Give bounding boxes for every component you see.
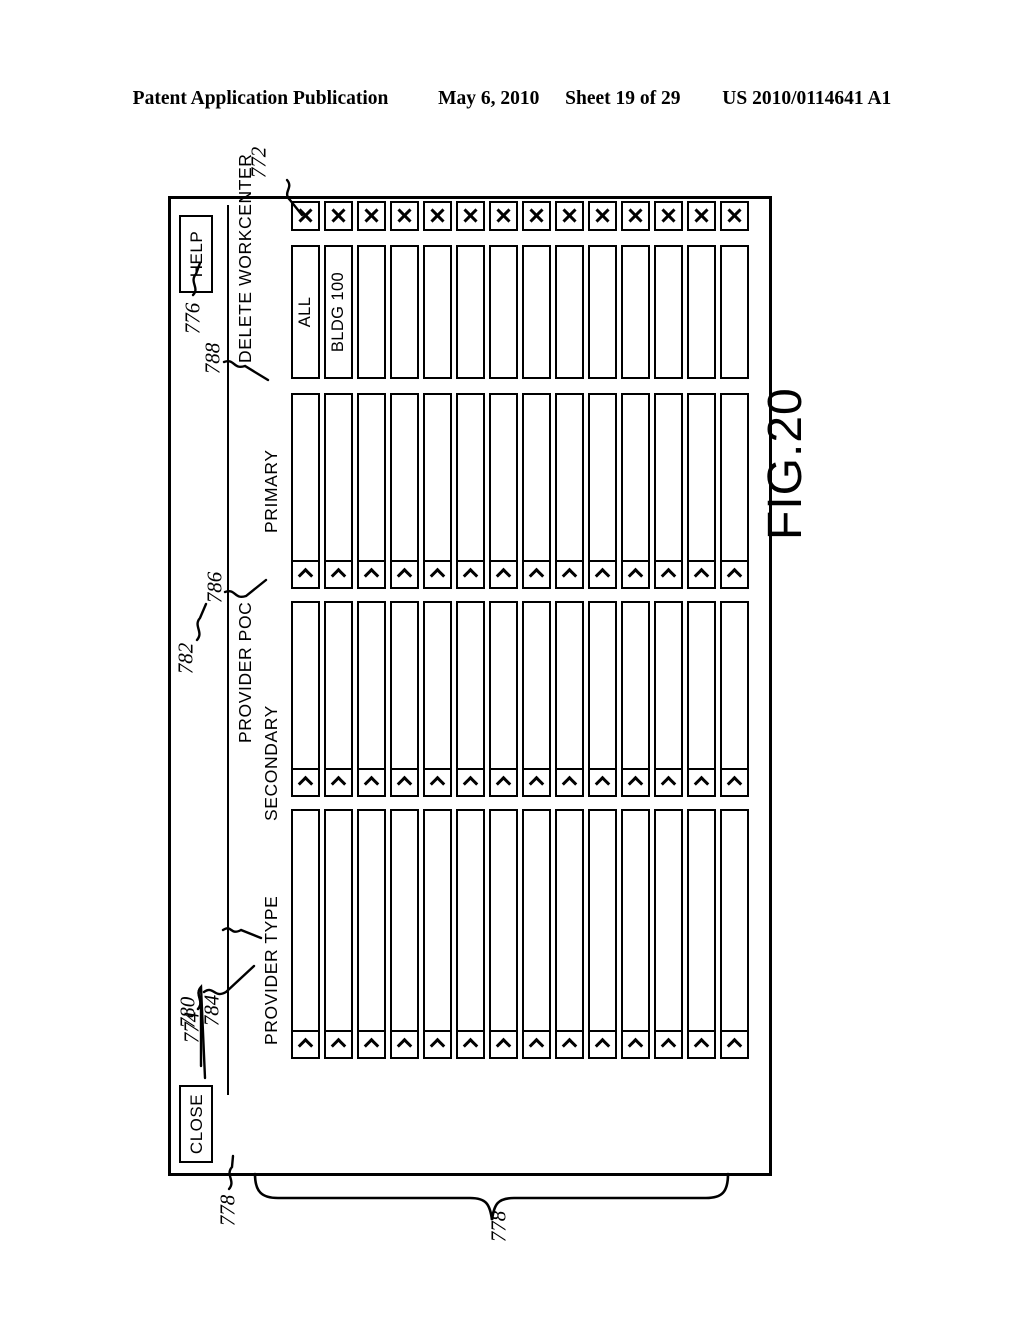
row-group-brace: [253, 1172, 730, 1221]
figure-label: FIG.20: [759, 387, 812, 540]
leader-lines: [191, 178, 304, 1191]
patent-figure-page: Patent Application Publication May 6, 20…: [0, 0, 1024, 1320]
